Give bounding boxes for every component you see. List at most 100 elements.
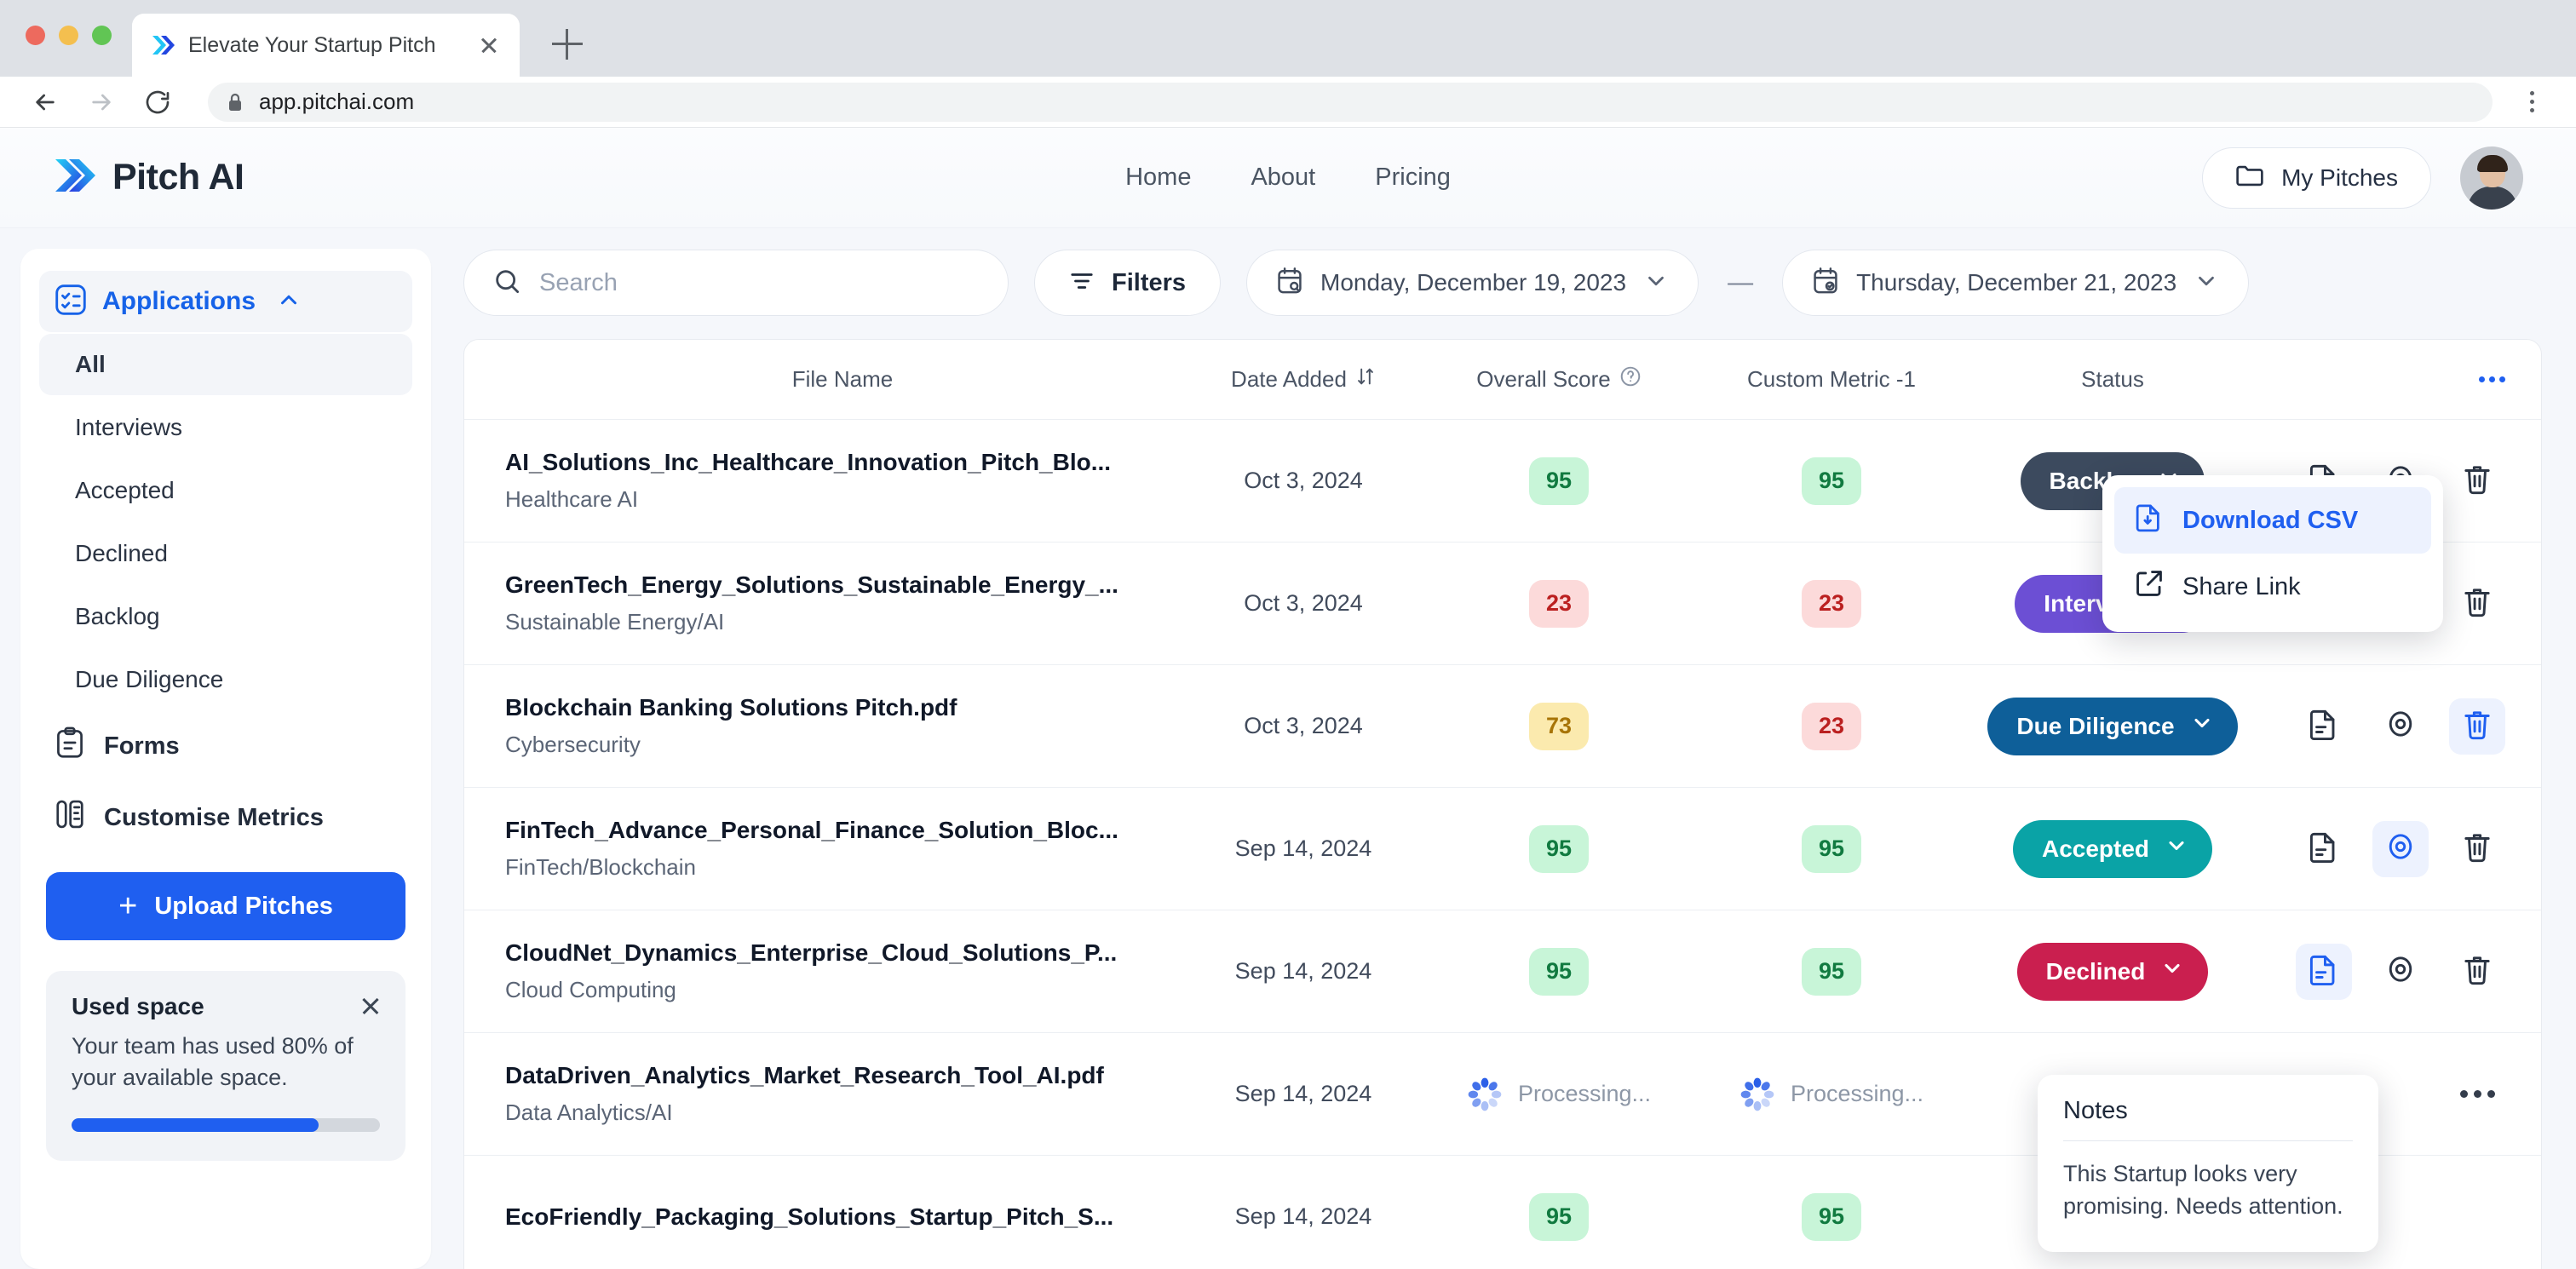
score-badge: 95 (1801, 947, 1862, 996)
chevron-down-icon (2194, 268, 2219, 298)
date-added: Oct 3, 2024 (1244, 468, 1363, 493)
column-header-date-added[interactable]: Date Added (1180, 366, 1427, 393)
back-arrow-icon[interactable] (29, 86, 61, 118)
eye-action-button[interactable] (2372, 944, 2429, 1000)
sidebar-item-declined[interactable]: Declined (39, 523, 412, 584)
doc-action-button[interactable] (2296, 821, 2352, 877)
column-header-status[interactable]: Status (1972, 366, 2253, 393)
table-row[interactable]: FinTech_Advance_Personal_Finance_Solutio… (464, 788, 2541, 910)
status-label: Due Diligence (2016, 712, 2175, 739)
kebab-action-button[interactable] (2449, 1066, 2505, 1123)
maximize-window-button[interactable] (92, 26, 112, 45)
doc-action-button[interactable] (2296, 943, 2352, 1000)
cell-status: Due Diligence (1972, 697, 2253, 755)
minimize-window-button[interactable] (59, 26, 78, 45)
sidebar-item-backlog[interactable]: Backlog (39, 586, 412, 647)
column-header-actions (2253, 376, 2541, 382)
browser-menu-icon[interactable] (2516, 87, 2547, 118)
avatar[interactable] (2460, 146, 2523, 210)
filters-label: Filters (1112, 268, 1187, 296)
new-tab-icon[interactable] (552, 29, 583, 60)
used-space-progress-fill (72, 1117, 319, 1132)
column-header-custom-metric-label: Custom Metric -1 (1747, 366, 1916, 392)
nav-link-pricing[interactable]: Pricing (1375, 164, 1451, 192)
kebab-icon (2459, 1090, 2495, 1098)
table-row[interactable]: Blockchain Banking Solutions Pitch.pdf C… (464, 665, 2541, 788)
search-input[interactable] (539, 268, 979, 297)
score-badge: 95 (1528, 456, 1590, 505)
sort-icon[interactable] (1355, 366, 1376, 393)
applications-icon (55, 284, 87, 320)
brand-logo[interactable]: Pitch AI (53, 157, 244, 198)
trash-icon (2462, 830, 2493, 867)
sidebar: Applications All Interviews Accepted Dec… (20, 249, 431, 1269)
used-space-progress (72, 1117, 380, 1132)
cell-custom-metric: 23 (1691, 579, 1972, 628)
status-badge[interactable]: Accepted (2012, 819, 2213, 878)
nav-link-about[interactable]: About (1251, 164, 1315, 192)
sidebar-item-interviews[interactable]: Interviews (39, 397, 412, 458)
sidebar-group-applications[interactable]: Applications (39, 271, 412, 332)
chevron-up-icon (276, 287, 302, 317)
trash-action-button[interactable] (2449, 576, 2505, 632)
date-from-picker[interactable]: Monday, December 19, 2023 (1246, 250, 1699, 316)
search-box[interactable] (463, 250, 1009, 316)
browser-tab[interactable]: Elevate Your Startup Pitch (132, 14, 520, 77)
sidebar-item-customise-metrics[interactable]: Customise Metrics (39, 782, 412, 853)
sidebar-item-accepted[interactable]: Accepted (39, 460, 412, 521)
sidebar-item-all[interactable]: All (39, 334, 412, 395)
cell-status: Accepted (1972, 819, 2253, 878)
notes-popup-body: This Startup looks very promising. Needs… (2063, 1161, 2343, 1219)
trash-action-button[interactable] (2449, 453, 2505, 509)
my-pitches-button[interactable]: My Pitches (2202, 146, 2431, 209)
close-tab-icon[interactable] (477, 33, 501, 57)
notes-popup: Notes This Startup looks very promising.… (2038, 1075, 2378, 1252)
file-category: Cybersecurity (505, 732, 641, 757)
file-name: GreenTech_Energy_Solutions_Sustainable_E… (505, 571, 1118, 598)
trash-icon (2462, 585, 2493, 622)
cell-date-added: Sep 14, 2024 (1180, 1203, 1427, 1230)
upload-pitches-button[interactable]: + Upload Pitches (46, 872, 405, 940)
address-bar[interactable]: app.pitchai.com (208, 82, 2493, 122)
status-badge[interactable]: Due Diligence (1987, 697, 2238, 755)
table-options-kebab-icon[interactable] (2479, 376, 2505, 382)
filters-button[interactable]: Filters (1034, 250, 1222, 316)
doc-action-button[interactable] (2296, 698, 2352, 755)
nav-link-home[interactable]: Home (1125, 164, 1191, 192)
dropdown-item-share-link[interactable]: Share Link (2114, 554, 2431, 620)
cell-file-name: AI_Solutions_Inc_Healthcare_Innovation_P… (464, 449, 1180, 513)
close-window-button[interactable] (26, 26, 45, 45)
score-badge: 95 (1528, 1192, 1590, 1241)
eye-icon (2385, 831, 2416, 866)
table-row[interactable]: CloudNet_Dynamics_Enterprise_Cloud_Solut… (464, 910, 2541, 1033)
help-icon[interactable] (1619, 365, 1642, 393)
eye-action-button[interactable] (2372, 820, 2429, 877)
score-badge: 23 (1801, 702, 1862, 750)
close-icon[interactable] (358, 993, 383, 1019)
date-to-picker[interactable]: Thursday, December 21, 2023 (1782, 250, 2250, 316)
doc-icon (2309, 830, 2339, 867)
cell-actions (2253, 943, 2541, 1000)
reload-icon[interactable] (141, 86, 174, 118)
sidebar-item-forms[interactable]: Forms (39, 710, 412, 782)
status-badge[interactable]: Declined (2016, 942, 2209, 1001)
trash-icon (2462, 708, 2493, 744)
eye-action-button[interactable] (2372, 698, 2429, 755)
sidebar-item-due-diligence[interactable]: Due Diligence (39, 649, 412, 710)
forward-arrow-icon[interactable] (85, 86, 118, 118)
trash-action-button[interactable] (2449, 698, 2505, 755)
column-header-overall-score[interactable]: Overall Score (1427, 365, 1691, 393)
metrics-icon (55, 798, 85, 837)
eye-icon (2385, 709, 2416, 744)
clipboard-icon (55, 726, 85, 766)
chevrons-icon (151, 34, 176, 56)
trash-action-button[interactable] (2449, 821, 2505, 877)
cell-actions (2253, 820, 2541, 877)
dropdown-item-download-csv[interactable]: Download CSV (2114, 487, 2431, 554)
address-bar-url: app.pitchai.com (259, 89, 415, 114)
trash-action-button[interactable] (2449, 944, 2505, 1000)
table-header-row: File Name Date Added Overall Score Custo… (464, 340, 2541, 420)
column-header-custom-metric[interactable]: Custom Metric -1 (1691, 366, 1972, 393)
column-header-file-name[interactable]: File Name (464, 366, 1180, 393)
date-added: Sep 14, 2024 (1234, 1203, 1372, 1229)
